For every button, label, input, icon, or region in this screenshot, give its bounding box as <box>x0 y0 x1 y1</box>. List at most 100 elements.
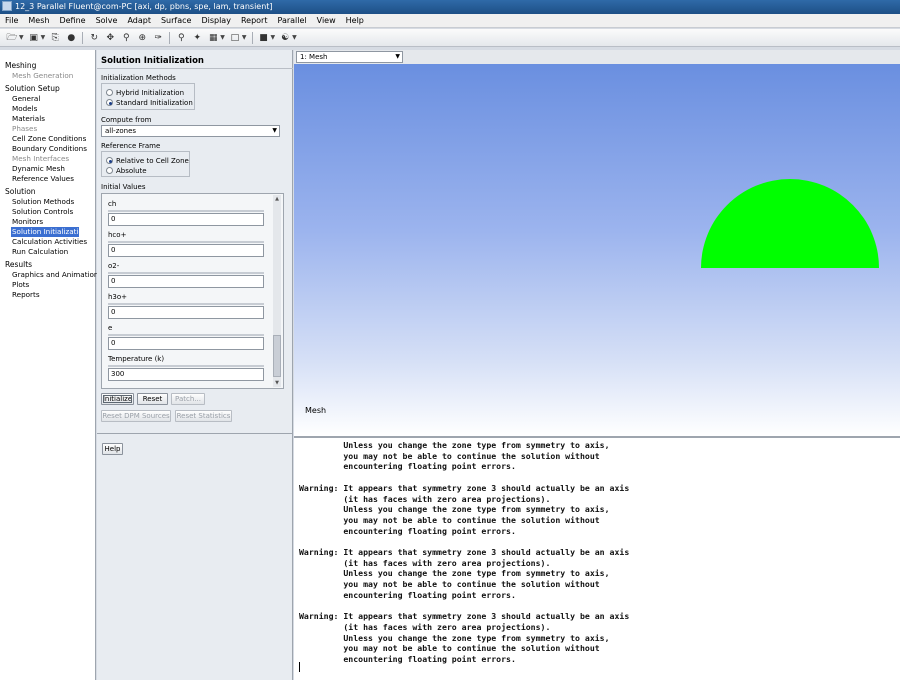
nav-section-solution-setup[interactable]: Solution Setup <box>0 84 95 94</box>
lights-icon[interactable]: ☯ <box>279 32 291 44</box>
menu-adapt[interactable]: Adapt <box>122 14 156 28</box>
initial-values-scrollbar[interactable]: ▲ ▼ <box>273 195 281 387</box>
nav-item-boundary-conditions[interactable]: Boundary Conditions <box>0 144 95 154</box>
probe-icon[interactable]: ✑ <box>152 32 164 44</box>
chevron-down-icon[interactable]: ▼ <box>41 34 46 41</box>
field-label: o2- <box>108 262 120 270</box>
translate-icon[interactable]: ✥ <box>104 32 116 44</box>
graphics-viewport[interactable]: Mesh <box>294 64 900 436</box>
radio-absolute[interactable]: Absolute <box>106 166 147 176</box>
menu-solve[interactable]: Solve <box>91 14 123 28</box>
menu-report[interactable]: Report <box>236 14 273 28</box>
chevron-down-icon[interactable]: ▼ <box>242 34 247 41</box>
console-line: Unless you change the zone type from sym… <box>299 440 610 450</box>
zoom-fit-icon[interactable]: ⚲ <box>175 32 187 44</box>
chevron-down-icon[interactable]: ▼ <box>271 34 276 41</box>
nav-section-meshing[interactable]: Meshing <box>0 61 95 71</box>
console-line: Unless you change the zone type from sym… <box>299 568 610 579</box>
menu-display[interactable]: Display <box>196 14 236 28</box>
nav-item-mesh-generation[interactable]: Mesh Generation <box>0 71 95 81</box>
nav-section-results[interactable]: Results <box>0 260 95 270</box>
nav-item-calculation-activities[interactable]: Calculation Activities <box>0 237 95 247</box>
nav-item-mesh-interfaces[interactable]: Mesh Interfaces <box>0 154 95 164</box>
console-output[interactable]: Unless you change the zone type from sym… <box>294 436 900 680</box>
field-input[interactable]: 0 <box>108 306 264 319</box>
scroll-thumb[interactable] <box>273 335 281 377</box>
nav-item-dynamic-mesh[interactable]: Dynamic Mesh <box>0 164 95 174</box>
nav-item-models[interactable]: Models <box>0 104 95 114</box>
radio-button[interactable] <box>106 89 113 96</box>
mouse-settings-icon[interactable]: ✦ <box>191 32 203 44</box>
rotate-icon[interactable]: ↻ <box>88 32 100 44</box>
help-icon[interactable]: ● <box>65 32 77 44</box>
view-icon[interactable]: □ <box>229 32 241 44</box>
zoom-in-icon[interactable]: ⊕ <box>136 32 148 44</box>
console-line: (it has faces with zero area projections… <box>299 621 551 632</box>
menu-parallel[interactable]: Parallel <box>272 14 311 28</box>
layout-icon[interactable]: ▦ <box>207 32 219 44</box>
panel-title: Solution Initialization <box>101 56 204 66</box>
initialize-button[interactable]: Initialize <box>101 393 134 405</box>
initial-value-field: ch 0 <box>108 199 268 226</box>
nav-item-materials[interactable]: Materials <box>0 114 95 124</box>
field-input[interactable]: 0 <box>108 213 264 226</box>
nav-item-phases[interactable]: Phases <box>0 124 95 134</box>
radio-label: Absolute <box>116 167 147 175</box>
reset-dpm-sources-button[interactable]: Reset DPM Sources <box>101 410 171 422</box>
field-input[interactable]: 0 <box>108 275 264 288</box>
save-icon[interactable]: ▣ <box>28 32 40 44</box>
nav-section-solution[interactable]: Solution <box>0 187 95 197</box>
text-cursor <box>299 662 300 672</box>
radio-button[interactable] <box>106 157 113 164</box>
initial-values-list: ch 0 hco+ 0 o2- 0 h3o+ 0 e 0 Temperature… <box>101 193 284 389</box>
menu-view[interactable]: View <box>312 14 341 28</box>
radio-button[interactable] <box>106 99 113 106</box>
nav-item-reference-values[interactable]: Reference Values <box>0 174 95 184</box>
reset-statistics-button[interactable]: Reset Statistics <box>175 410 232 422</box>
scroll-down-icon[interactable]: ▼ <box>273 379 281 387</box>
menu-help[interactable]: Help <box>341 14 369 28</box>
nav-item-solution-initialization[interactable]: Solution Initialization <box>11 227 87 237</box>
initial-value-field: o2- 0 <box>108 261 268 288</box>
reset-button[interactable]: Reset <box>137 393 168 405</box>
nav-item-solution-methods[interactable]: Solution Methods <box>0 197 95 207</box>
lights-icon[interactable]: ■ <box>258 32 270 44</box>
help-button[interactable]: Help <box>102 443 123 455</box>
radio-standard-initialization[interactable]: Standard Initialization <box>106 98 193 108</box>
menu-surface[interactable]: Surface <box>156 14 196 28</box>
radio-relative-to-cell-zone[interactable]: Relative to Cell Zone <box>106 156 189 166</box>
patch-button[interactable]: Patch... <box>171 393 205 405</box>
graphics-window-header: 1: Mesh ▼ <box>294 50 900 64</box>
nav-item-cell-zone-conditions[interactable]: Cell Zone Conditions <box>0 134 95 144</box>
field-bar <box>108 272 264 274</box>
menu-mesh[interactable]: Mesh <box>23 14 54 28</box>
nav-item-graphics-and-animations[interactable]: Graphics and Animations <box>0 270 102 280</box>
compute-from-select[interactable]: all-zones ▼ <box>101 125 280 137</box>
print-icon[interactable]: ⎘ <box>49 32 61 44</box>
nav-item-general[interactable]: General <box>0 94 95 104</box>
menu-define[interactable]: Define <box>54 14 90 28</box>
field-input[interactable]: 0 <box>108 337 264 350</box>
radio-button[interactable] <box>106 167 113 174</box>
field-input[interactable]: 300 <box>108 368 264 381</box>
field-input[interactable]: 0 <box>108 244 264 257</box>
nav-item-run-calculation[interactable]: Run Calculation <box>0 247 95 257</box>
menu-file[interactable]: File <box>0 14 23 28</box>
initialization-methods-group: Hybrid Initialization Standard Initializ… <box>101 83 195 110</box>
scroll-up-icon[interactable]: ▲ <box>273 195 281 203</box>
graphics-window-select[interactable]: 1: Mesh ▼ <box>296 51 403 63</box>
chevron-down-icon[interactable]: ▼ <box>19 34 24 41</box>
nav-item-solution-controls[interactable]: Solution Controls <box>0 207 95 217</box>
nav-item-plots[interactable]: Plots <box>0 280 95 290</box>
nav-item-monitors[interactable]: Monitors <box>0 217 95 227</box>
nav-item-reports[interactable]: Reports <box>0 290 95 300</box>
open-file-icon[interactable]: 🗁 <box>6 32 18 44</box>
radio-hybrid-initialization[interactable]: Hybrid Initialization <box>106 88 184 98</box>
console-line: encountering floating point errors. <box>299 461 516 472</box>
chevron-down-icon: ▼ <box>395 53 400 60</box>
chevron-down-icon[interactable]: ▼ <box>220 34 225 41</box>
zoom-icon[interactable]: ⚲ <box>120 32 132 44</box>
console-line: Warning: It appears that symmetry zone 3… <box>299 482 630 493</box>
chevron-down-icon[interactable]: ▼ <box>292 34 297 41</box>
